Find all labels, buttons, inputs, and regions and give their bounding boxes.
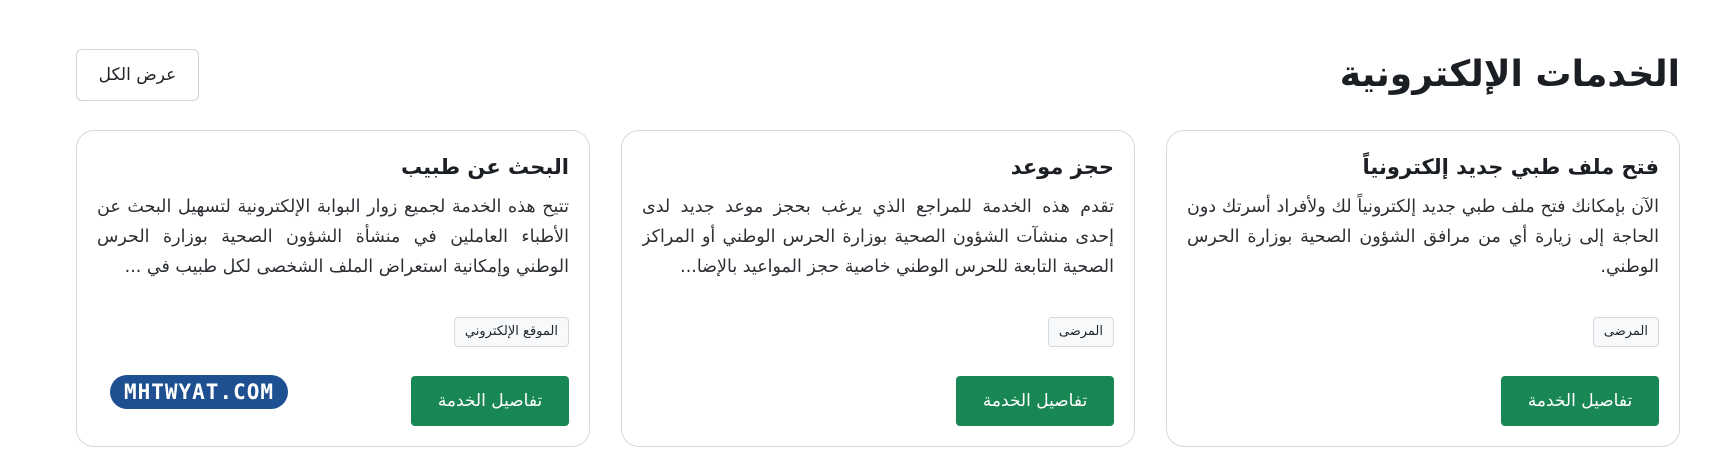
service-card: البحث عن طبيب تتيح هذه الخدمة لجميع زوار… — [76, 130, 590, 447]
service-details-button[interactable]: تفاصيل الخدمة — [956, 376, 1114, 426]
service-details-button[interactable]: تفاصيل الخدمة — [411, 376, 569, 426]
service-card-tag: المرضى — [1592, 317, 1659, 347]
view-all-button[interactable]: عرض الكل — [76, 49, 199, 101]
service-card-description: تتيح هذه الخدمة لجميع زوار البوابة الإلك… — [97, 197, 569, 278]
services-list: فتح ملف طبي جديد إلكترونياً الآن بإمكانك… — [76, 130, 1680, 447]
service-card-title: البحث عن طبيب — [400, 155, 569, 179]
service-card-title: حجز موعد — [1010, 155, 1114, 179]
service-card-description: الآن بإمكانك فتح ملف طبي جديد إلكترونياً… — [1187, 197, 1659, 278]
page-title: الخدمات الإلكترونية — [1339, 54, 1680, 95]
service-card: حجز موعد تقدم هذه الخدمة للمراجع الذي ير… — [621, 130, 1135, 447]
service-card: فتح ملف طبي جديد إلكترونياً الآن بإمكانك… — [1166, 130, 1680, 447]
page: الخدمات الإلكترونية عرض الكل فتح ملف طبي… — [0, 0, 1736, 472]
section-header: الخدمات الإلكترونية عرض الكل — [76, 48, 1680, 102]
service-card-tag: الموقع الإلكتروني — [453, 317, 569, 347]
watermark-logo: MHTWYAT.COM — [110, 375, 288, 409]
service-details-button[interactable]: تفاصيل الخدمة — [1501, 376, 1659, 426]
service-card-tag: المرضى — [1047, 317, 1114, 347]
service-card-description: تقدم هذه الخدمة للمراجع الذي يرغب بحجز م… — [642, 197, 1114, 278]
service-card-title: فتح ملف طبي جديد إلكترونياً — [1362, 155, 1660, 179]
